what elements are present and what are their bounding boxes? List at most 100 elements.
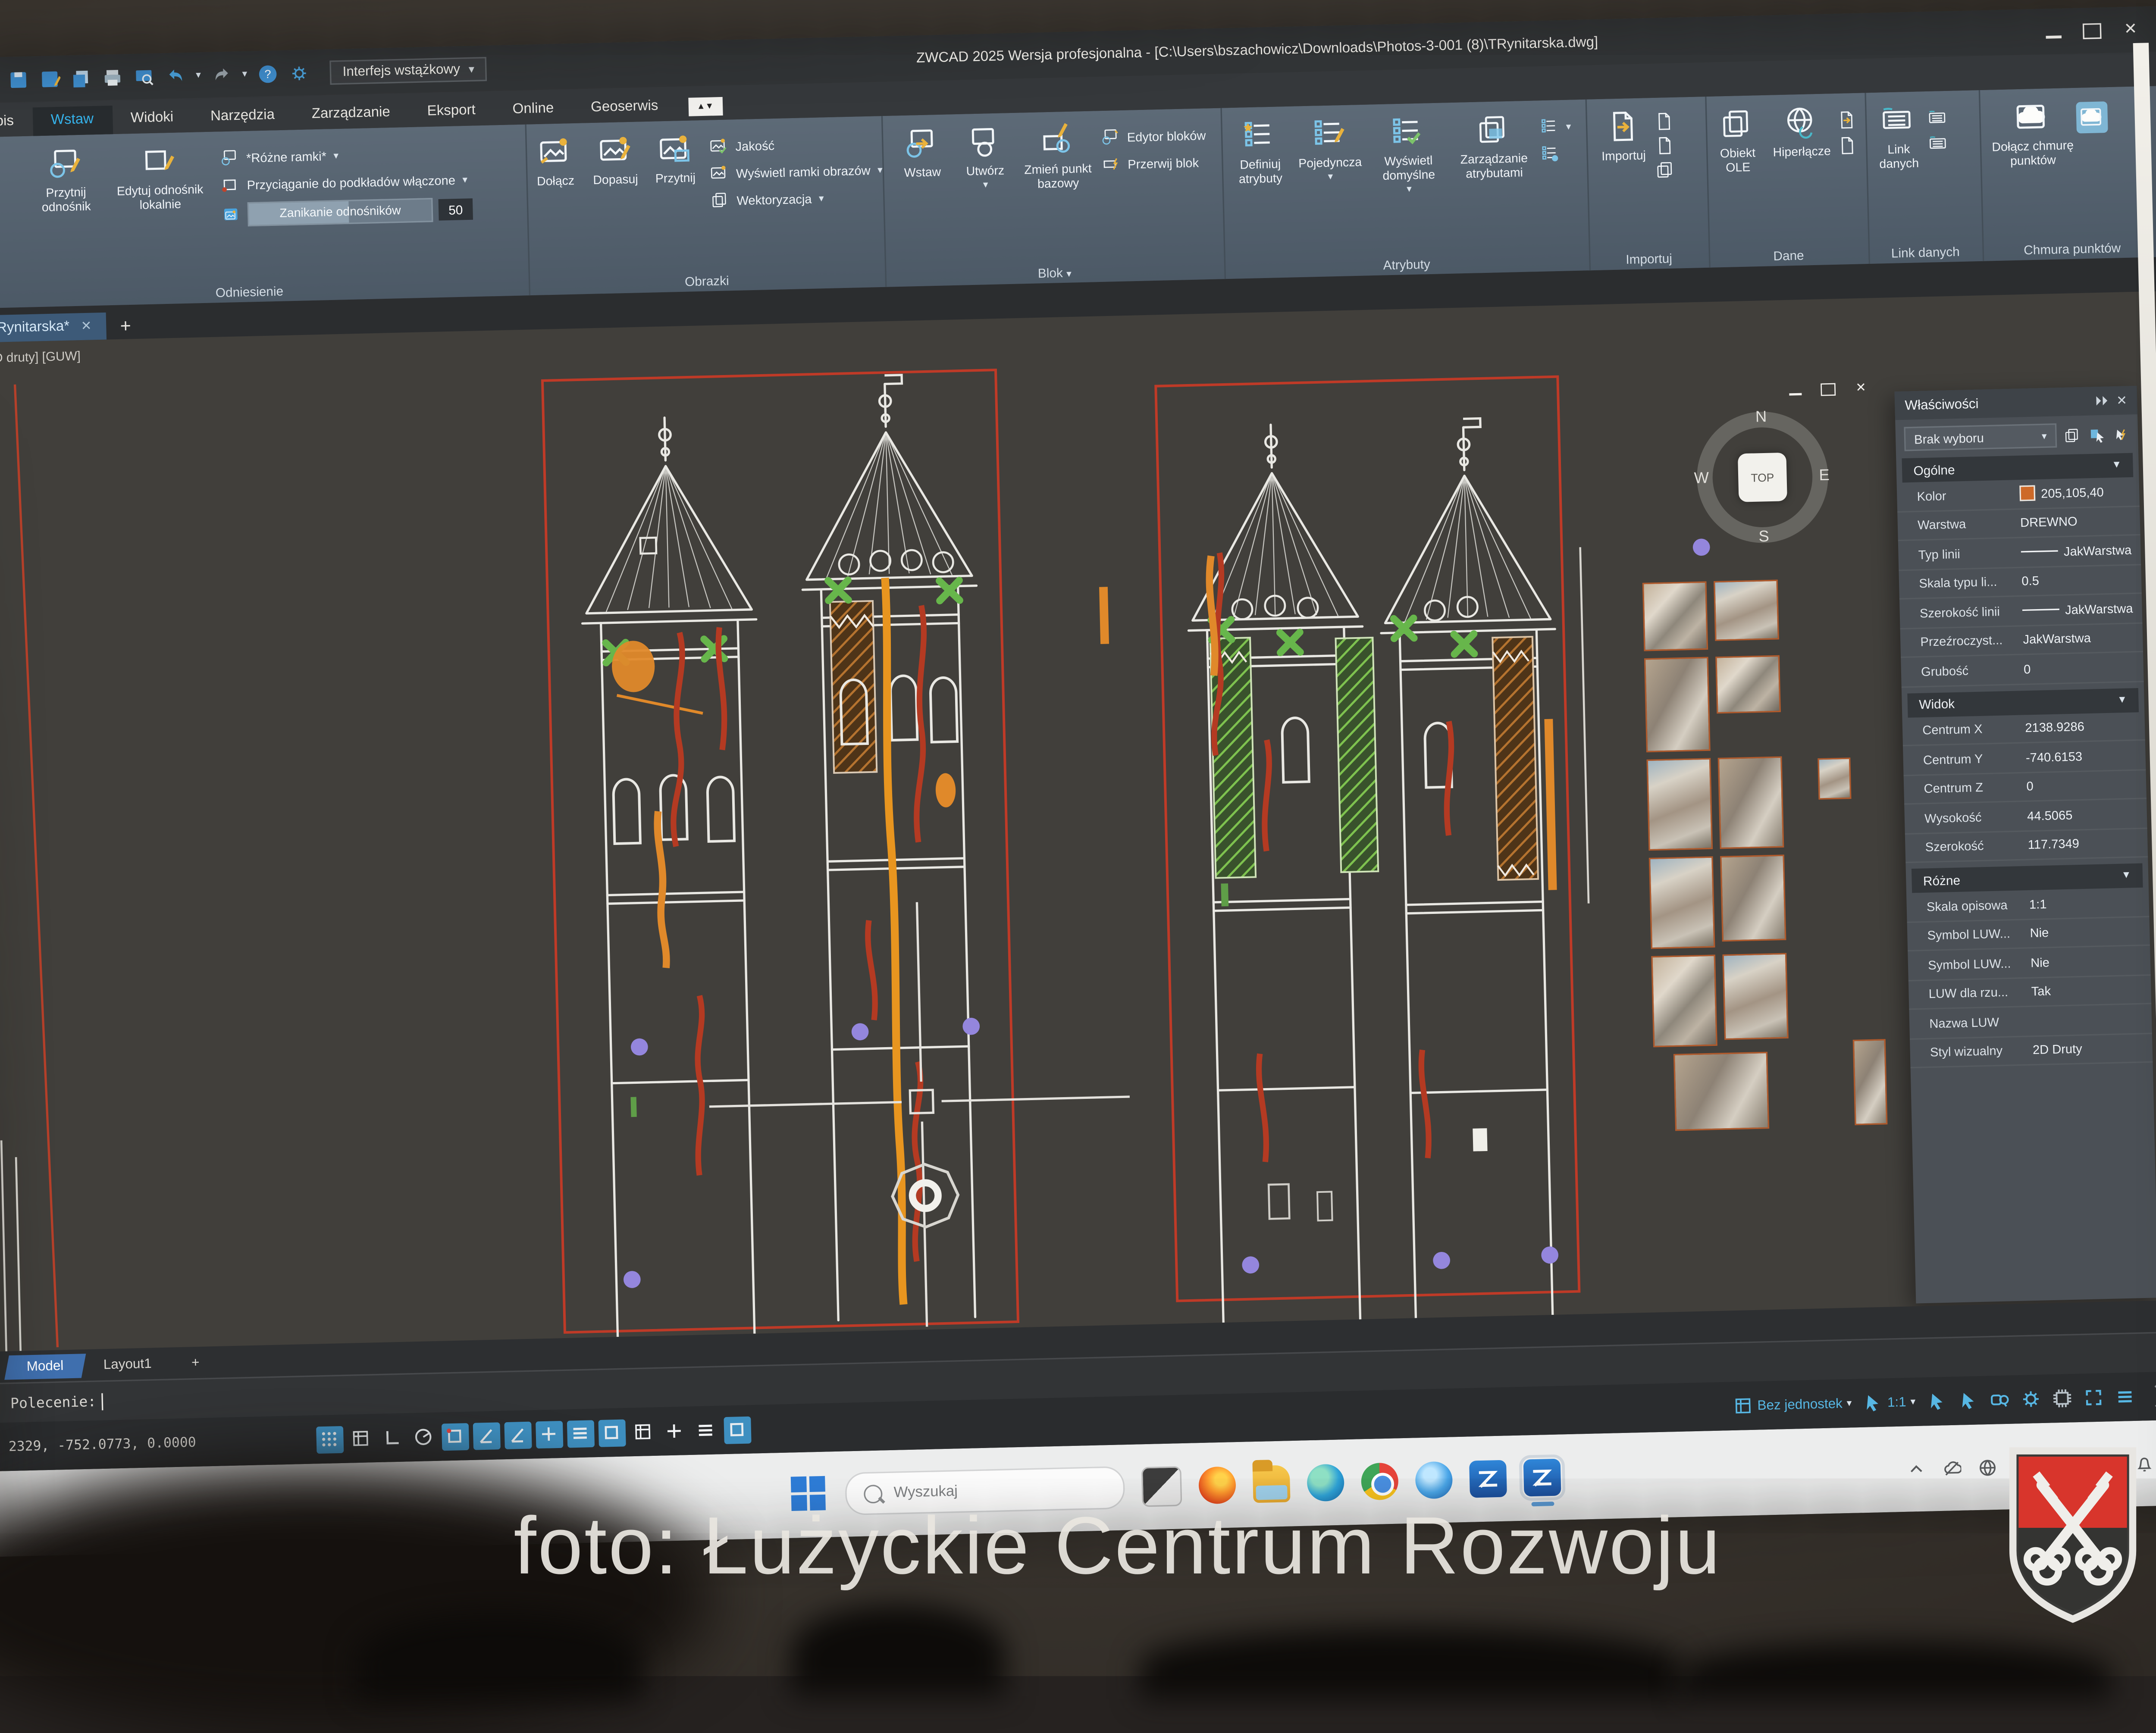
otrack-toggle[interactable] bbox=[472, 1422, 500, 1449]
edytuj-odnosnik-button[interactable]: Edytuj odnośnik lokalnie bbox=[109, 143, 210, 213]
link-upload-icon[interactable] bbox=[1928, 108, 1948, 128]
thumbnail[interactable] bbox=[1644, 657, 1711, 753]
minimize-button[interactable] bbox=[2044, 23, 2063, 39]
edytor-blokow-button[interactable]: Edytor bloków bbox=[1101, 125, 1206, 147]
compass-south[interactable]: S bbox=[1758, 529, 1769, 546]
wektoryzacja-dropdown[interactable]: Wektoryzacja▾ bbox=[711, 187, 883, 210]
link-download-icon[interactable] bbox=[1928, 134, 1949, 154]
autoscale-icon[interactable] bbox=[1958, 1390, 1978, 1411]
add-layout-button[interactable]: + bbox=[171, 1350, 219, 1375]
onedrive-cloud-icon[interactable] bbox=[1943, 1458, 1962, 1477]
transparency-toggle[interactable] bbox=[598, 1419, 625, 1446]
compass-west[interactable]: W bbox=[1694, 470, 1709, 487]
print-icon[interactable] bbox=[101, 66, 123, 88]
selection-filter-select[interactable]: Brak wyboru▾ bbox=[1904, 423, 2057, 451]
close-button[interactable]: ✕ bbox=[2121, 22, 2140, 38]
tab-widoki[interactable]: Widoki bbox=[112, 104, 192, 134]
interface-style-select[interactable]: Interfejs wstążkowy ▾ bbox=[329, 56, 487, 84]
dane-refresh-icon[interactable] bbox=[1837, 136, 1858, 156]
toggle-pickadd-icon[interactable] bbox=[2112, 425, 2130, 443]
import-ifc-icon[interactable] bbox=[1655, 160, 1676, 180]
dane-link-icon[interactable] bbox=[1836, 110, 1857, 131]
snap-toggle[interactable] bbox=[347, 1425, 374, 1452]
rozne-ramki-dropdown[interactable]: *Różne ramki*▾ bbox=[220, 143, 472, 167]
pojedyncza-dropdown[interactable]: Pojedyncza▾ bbox=[1292, 116, 1367, 183]
przyciaganie-dropdown[interactable]: Przyciąganie do podkładów włączone▾ bbox=[221, 170, 473, 194]
snap-track-toggle[interactable] bbox=[504, 1421, 531, 1448]
wyswietl-ramki-dropdown[interactable]: Wyświetl ramki obrazów▾ bbox=[710, 160, 883, 183]
network-globe-icon[interactable] bbox=[1979, 1458, 1998, 1476]
definiuj-atrybuty-button[interactable]: Definiuj atrybuty bbox=[1226, 118, 1294, 187]
clean-screen-icon[interactable] bbox=[2084, 1387, 2104, 1408]
ortho-toggle[interactable] bbox=[378, 1424, 406, 1451]
polar-toggle[interactable] bbox=[410, 1423, 437, 1451]
annotation-add-toggle[interactable] bbox=[660, 1417, 688, 1445]
doc-minimize-button[interactable] bbox=[1788, 384, 1803, 397]
lineweight-toggle[interactable] bbox=[566, 1420, 594, 1447]
thumbnail[interactable] bbox=[1818, 757, 1851, 800]
dolacz-chmure-button[interactable]: Dołącz chmurę punktów bbox=[1987, 99, 2078, 169]
attr-extract-button[interactable] bbox=[1541, 144, 1572, 163]
tab-narzedzia[interactable]: Narzędzia bbox=[191, 101, 293, 132]
thumbnail[interactable] bbox=[1722, 953, 1788, 1040]
chmura-small-icon[interactable] bbox=[2076, 101, 2108, 133]
tab-eksport[interactable]: Eksport bbox=[408, 97, 495, 127]
thumbnail[interactable] bbox=[1718, 756, 1784, 849]
tab-opis[interactable]: Opis bbox=[0, 107, 33, 138]
thumbnail[interactable] bbox=[1720, 854, 1786, 942]
thumbnail[interactable] bbox=[1714, 580, 1779, 641]
firefox-icon[interactable] bbox=[1198, 1466, 1236, 1504]
przerwij-blok-button[interactable]: Przerwij blok bbox=[1102, 153, 1206, 174]
thumbnail[interactable] bbox=[1649, 856, 1715, 949]
osnap-toggle[interactable] bbox=[441, 1422, 468, 1450]
compass-north[interactable]: N bbox=[1755, 409, 1767, 426]
tab-model[interactable]: Model bbox=[4, 1353, 86, 1379]
annotation-scale-select[interactable]: 1:1▾ bbox=[1863, 1392, 1916, 1413]
close-document-icon[interactable]: ✕ bbox=[81, 319, 92, 335]
zarzadzanie-atrybutami-button[interactable]: Zarządzanie atrybutami bbox=[1449, 112, 1539, 182]
import-dgn-icon[interactable] bbox=[1655, 136, 1675, 156]
edge-icon[interactable] bbox=[1307, 1464, 1344, 1502]
compass-east[interactable]: E bbox=[1819, 467, 1830, 485]
prop-row-styl-wizualny[interactable]: Styl wizualny 2D Druty bbox=[1910, 1033, 2153, 1068]
pin-icon[interactable]: ⏵⏵ bbox=[2095, 393, 2108, 409]
view-compass[interactable]: N E S W TOP bbox=[1695, 410, 1830, 544]
file-explorer-icon[interactable] bbox=[1253, 1465, 1291, 1503]
viewport-controls-label[interactable]: [2D druty] [GUW] bbox=[0, 349, 81, 365]
redo-icon[interactable] bbox=[210, 64, 232, 86]
import-pdf-icon[interactable] bbox=[1654, 112, 1674, 132]
utworz-blok-button[interactable]: Utwórz ▾ bbox=[953, 124, 1017, 191]
hardware-accel-icon[interactable] bbox=[2052, 1388, 2072, 1408]
document-tab-trynitarska[interactable]: TRynitarska* ✕ bbox=[0, 313, 106, 343]
dolacz-button[interactable]: Dołącz bbox=[525, 135, 585, 190]
tab-layout1[interactable]: Layout1 bbox=[83, 1351, 172, 1377]
zanikanie-slider[interactable]: Zanikanie odnośników 50 bbox=[222, 197, 473, 227]
resize-grip[interactable] bbox=[2145, 1385, 2156, 1407]
hiperlacze-button[interactable]: Hiperłącze bbox=[1765, 105, 1838, 160]
workspace-switch-icon[interactable] bbox=[1990, 1389, 2010, 1410]
grid-toggle[interactable] bbox=[316, 1425, 343, 1453]
save-as-icon[interactable] bbox=[39, 68, 61, 90]
redo-dropdown[interactable]: ▾ bbox=[242, 68, 247, 80]
prop-row-szerokosc[interactable]: Szerokość 117.7349 bbox=[1905, 828, 2148, 863]
chrome-icon[interactable] bbox=[1361, 1462, 1399, 1500]
annotation-visibility-icon[interactable] bbox=[1927, 1391, 1947, 1411]
tab-online[interactable]: Online bbox=[494, 95, 573, 125]
doc-close-button[interactable]: ✕ bbox=[1853, 382, 1868, 395]
tab-wstaw[interactable]: Wstaw bbox=[32, 106, 113, 136]
maximize-button[interactable] bbox=[2083, 22, 2102, 38]
close-properties-icon[interactable]: ✕ bbox=[2116, 392, 2128, 408]
dyn-input-toggle[interactable] bbox=[535, 1420, 563, 1448]
obiekt-ole-button[interactable]: Obiekt OLE bbox=[1708, 106, 1767, 176]
zwcad-active-icon[interactable] bbox=[1523, 1459, 1561, 1497]
settings-gear-icon[interactable] bbox=[2021, 1389, 2041, 1409]
undo-dropdown[interactable]: ▾ bbox=[196, 69, 201, 81]
drawing-canvas[interactable]: [2D druty] [GUW] bbox=[0, 291, 2156, 1351]
przytnij-odnosnik-button[interactable]: Przytnij odnośnik bbox=[21, 146, 111, 216]
thumbnail[interactable] bbox=[1853, 1039, 1888, 1125]
gear-icon[interactable] bbox=[288, 62, 310, 84]
zwcad-icon[interactable] bbox=[1469, 1460, 1507, 1498]
status-menu-icon[interactable] bbox=[2115, 1387, 2135, 1407]
new-document-button[interactable]: + bbox=[106, 312, 146, 340]
undo-icon[interactable] bbox=[164, 65, 186, 87]
